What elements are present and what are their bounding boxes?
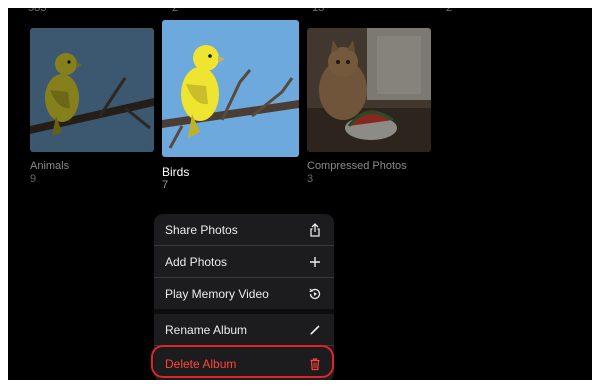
bird-photo [162,20,299,157]
album-compressed-photos[interactable]: Compressed Photos 3 [303,8,443,188]
album-thumbnail[interactable] [162,20,299,157]
menu-item-label: Add Photos [165,254,228,269]
pencil-icon [308,323,322,337]
album-count: 9 [30,173,37,185]
plus-icon [308,255,322,269]
share-photos-menu-item[interactable]: Share Photos [154,214,334,245]
album-count: 2 [446,8,453,14]
album-title: Animals [30,160,70,172]
album-birds[interactable]: Birds 7 [158,8,308,193]
play-memory-video-menu-item[interactable]: Play Memory Video [154,278,334,309]
bird-photo [30,28,154,152]
album-count: 7 [162,179,169,191]
album-title: Compressed Photos [307,160,407,172]
delete-album-highlight [151,345,334,378]
memory-play-icon [308,287,322,301]
photos-album-screen: 583 2 13 2 Animals 9 Birds 7 Compressed … [8,8,592,380]
menu-item-label: Rename Album [165,322,248,337]
menu-item-label: Play Memory Video [165,286,269,301]
rename-album-menu-item[interactable]: Rename Album [154,314,334,345]
album-thumbnail[interactable] [30,28,154,152]
add-photos-menu-item[interactable]: Add Photos [154,246,334,277]
album-animals[interactable]: Animals 9 [8,8,158,188]
album-title: Birds [162,165,190,179]
cat-photo [307,28,431,152]
share-icon [308,222,322,237]
album-count: 3 [307,173,314,185]
album-thumbnail[interactable] [307,28,431,152]
menu-item-label: Share Photos [165,222,238,237]
